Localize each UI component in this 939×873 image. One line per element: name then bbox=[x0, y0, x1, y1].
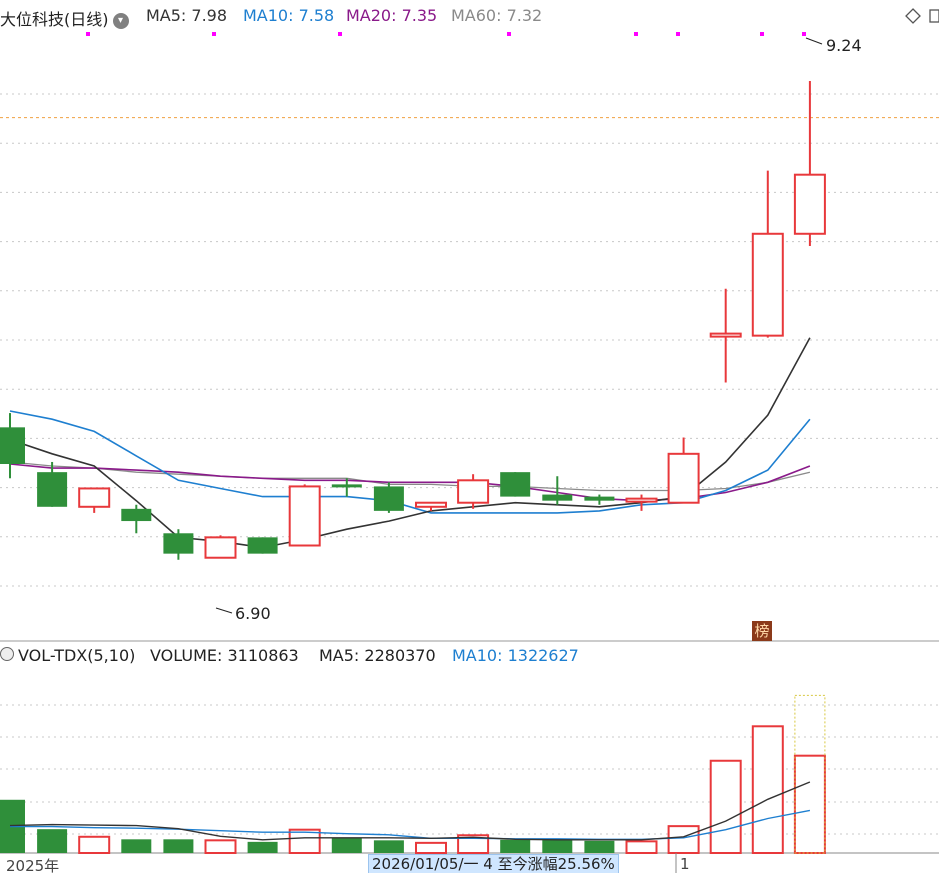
volume-bar bbox=[331, 838, 362, 853]
candle-body bbox=[500, 472, 531, 497]
stock-chart-window: 大位科技(日线) ▾ MA5: 7.98 MA10: 7.58 MA20: 7.3… bbox=[0, 0, 939, 873]
volume-bar bbox=[373, 840, 404, 853]
candle-body bbox=[331, 484, 362, 488]
volume-ma5: MA5: 2280370 bbox=[319, 646, 436, 665]
candle-body bbox=[625, 497, 658, 503]
candle-body bbox=[457, 479, 490, 504]
ma20-label: MA20: 7.35 bbox=[346, 6, 438, 25]
volume-bar bbox=[667, 825, 700, 854]
low-price-label: 6.90 bbox=[235, 604, 271, 623]
month-marker: 1 bbox=[680, 855, 690, 873]
volume-bar bbox=[542, 839, 573, 853]
volume-bar bbox=[751, 725, 784, 854]
indicator-toggle-icon[interactable] bbox=[0, 647, 14, 661]
volume-ma10: MA10: 1322627 bbox=[452, 646, 579, 665]
kline-chart[interactable] bbox=[0, 0, 939, 873]
candle-body bbox=[542, 494, 573, 501]
volume-bar bbox=[121, 839, 152, 853]
candle-body bbox=[247, 537, 278, 554]
event-marker bbox=[86, 32, 90, 36]
volume-bar bbox=[247, 841, 278, 853]
candle-body bbox=[288, 485, 321, 547]
candle-body bbox=[204, 536, 237, 559]
date-range-box: 2026/01/05/一 4 至今涨幅25.56% bbox=[368, 854, 619, 873]
high-price-label: 9.24 bbox=[826, 36, 862, 55]
volume-bar bbox=[709, 759, 742, 854]
expand-icon[interactable] bbox=[928, 8, 939, 24]
volume-value: VOLUME: 3110863 bbox=[150, 646, 299, 665]
volume-bar bbox=[584, 840, 615, 853]
candle-body bbox=[37, 472, 68, 507]
stock-name: 大位科技(日线) bbox=[0, 10, 109, 29]
candle-body bbox=[793, 173, 826, 235]
volume-header bbox=[0, 646, 17, 665]
volume-bar bbox=[415, 841, 447, 855]
volume-bar bbox=[78, 835, 111, 854]
volume-bar bbox=[500, 839, 531, 853]
candle-body bbox=[163, 533, 194, 554]
year-label: 2025年 bbox=[6, 857, 60, 873]
ma10-label: MA10: 7.58 bbox=[243, 6, 335, 25]
event-marker bbox=[760, 32, 764, 36]
candle-body bbox=[415, 501, 447, 508]
diamond-icon[interactable] bbox=[905, 8, 921, 24]
candle-body bbox=[667, 452, 700, 504]
volume-bar bbox=[625, 840, 658, 855]
candle-body bbox=[709, 332, 742, 338]
candle-body bbox=[78, 487, 111, 508]
volume-bar bbox=[37, 829, 68, 853]
volume-bar bbox=[204, 839, 237, 855]
ranking-badge-icon[interactable]: 榜 bbox=[752, 621, 772, 641]
candle-body bbox=[584, 496, 615, 501]
volume-bar bbox=[793, 754, 826, 855]
ma60-label: MA60: 7.32 bbox=[451, 6, 543, 25]
event-marker bbox=[802, 32, 806, 36]
candle-body bbox=[373, 486, 404, 511]
vol-indicator-label[interactable]: VOL-TDX(5,10) bbox=[18, 646, 135, 665]
event-marker bbox=[634, 32, 638, 36]
event-marker bbox=[212, 32, 216, 36]
high-arrow bbox=[805, 37, 823, 45]
ma5-label: MA5: 7.98 bbox=[146, 6, 228, 25]
volume-bar bbox=[163, 839, 194, 853]
event-marker bbox=[507, 32, 511, 36]
stock-title: 大位科技(日线) ▾ bbox=[0, 6, 129, 30]
candle-body bbox=[751, 232, 784, 337]
event-marker bbox=[676, 32, 680, 36]
candle-body bbox=[121, 508, 152, 522]
event-marker bbox=[338, 32, 342, 36]
candle-body bbox=[0, 427, 25, 465]
chevron-down-icon[interactable]: ▾ bbox=[112, 13, 129, 29]
low-arrow bbox=[215, 607, 233, 614]
